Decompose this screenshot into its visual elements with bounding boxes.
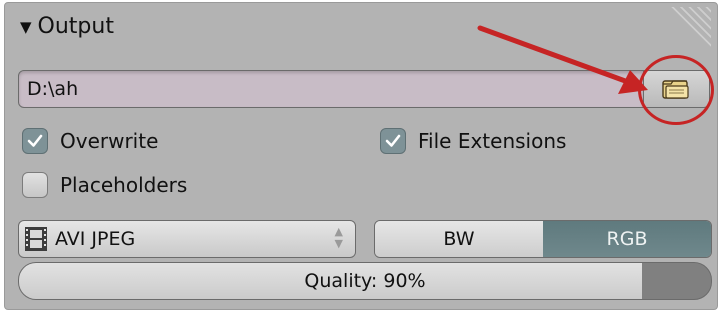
panel-title: Output bbox=[37, 14, 114, 39]
checkmark-icon bbox=[385, 134, 401, 147]
file-format-value: AVI JPEG bbox=[55, 228, 136, 250]
output-panel: ▼ Output D:\ah Overwrite File Extensions… bbox=[0, 0, 723, 322]
overwrite-option[interactable]: Overwrite bbox=[22, 128, 158, 154]
file-format-select[interactable]: AVI JPEG ▲ ▼ bbox=[18, 220, 356, 258]
output-path-value: D:\ah bbox=[27, 78, 79, 100]
file-extensions-checkbox[interactable] bbox=[380, 128, 406, 154]
placeholders-label: Placeholders bbox=[60, 173, 188, 197]
browse-folder-button[interactable] bbox=[644, 70, 710, 108]
placeholders-option[interactable]: Placeholders bbox=[22, 172, 187, 198]
updown-arrows-icon: ▲ ▼ bbox=[334, 225, 343, 250]
panel-header[interactable]: ▼ Output bbox=[20, 14, 114, 39]
panel-resize-grip[interactable] bbox=[667, 7, 711, 51]
quality-label: Quality: 90% bbox=[304, 270, 426, 292]
file-extensions-label: File Extensions bbox=[418, 129, 567, 153]
overwrite-label: Overwrite bbox=[60, 129, 159, 153]
output-path-field[interactable]: D:\ah bbox=[18, 70, 644, 108]
folder-icon bbox=[662, 80, 689, 99]
color-mode-toggle[interactable]: BW RGB bbox=[374, 220, 712, 258]
triangle-down-icon[interactable]: ▼ bbox=[20, 18, 32, 36]
color-mode-rgb-button[interactable]: RGB bbox=[543, 221, 711, 257]
file-extensions-option[interactable]: File Extensions bbox=[380, 128, 566, 154]
quality-slider[interactable]: Quality: 90% bbox=[18, 262, 712, 300]
placeholders-checkbox[interactable] bbox=[22, 172, 48, 198]
checkmark-icon bbox=[27, 134, 43, 147]
color-mode-bw-button[interactable]: BW bbox=[375, 221, 543, 257]
film-icon bbox=[25, 227, 47, 251]
overwrite-checkbox[interactable] bbox=[22, 128, 48, 154]
